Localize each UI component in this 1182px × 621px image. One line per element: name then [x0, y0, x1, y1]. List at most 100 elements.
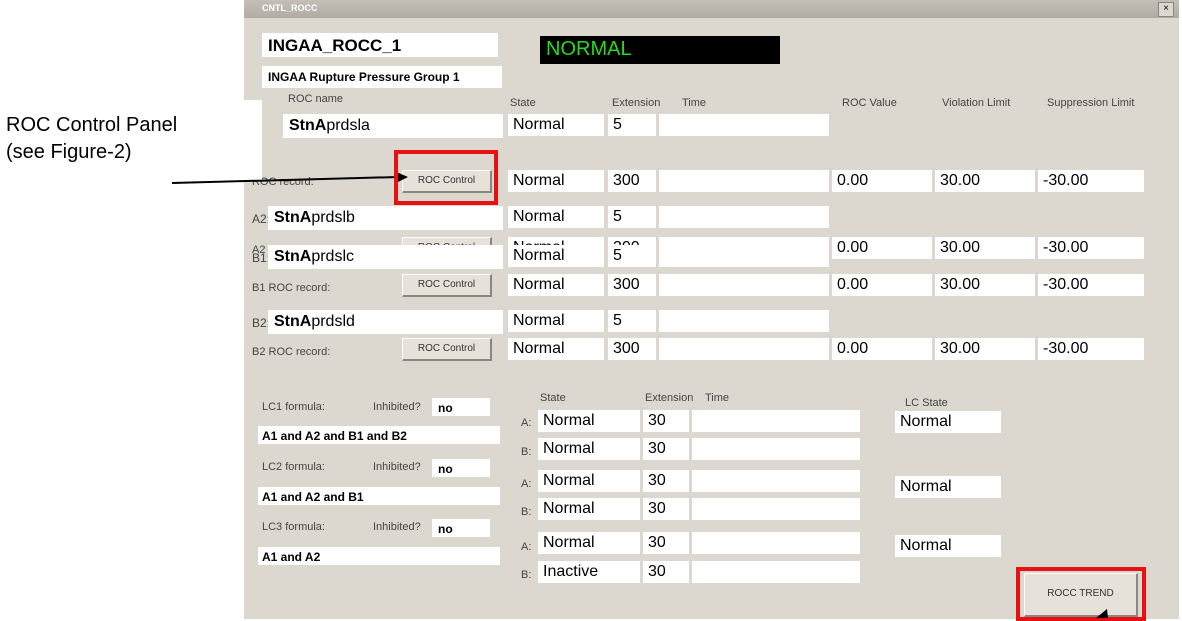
lc-state: Normal — [895, 535, 1001, 557]
suppression-limit: -30.00 — [1038, 338, 1144, 360]
window-title: CNTL_ROCC — [262, 3, 318, 13]
roc-value: 0.00 — [832, 237, 932, 259]
roc-name-field: StnAprdsla — [283, 114, 503, 138]
lc-a-time — [692, 410, 860, 432]
inhibited-label: Inhibited? — [373, 401, 421, 413]
record-time — [659, 338, 829, 360]
roc-time — [659, 206, 829, 228]
lc-a-state: Normal — [538, 410, 640, 432]
roc-name-suffix: prdsla — [326, 117, 370, 134]
roc-name-suffix: prdslb — [311, 209, 355, 226]
lc-formula-label: LC2 formula: — [262, 461, 325, 473]
lc-b-time — [692, 438, 860, 460]
roc-control-button[interactable]: ROC Control — [402, 274, 492, 297]
record-state: Normal — [508, 338, 604, 360]
roc-name-field: StnAprdslc — [268, 245, 503, 269]
violation-limit: 30.00 — [935, 170, 1035, 192]
roc-value: 0.00 — [832, 338, 932, 360]
violation-limit: 30.00 — [935, 338, 1035, 360]
roc-name-prefix: StnA — [289, 117, 327, 134]
lc-b-state: Normal — [538, 438, 640, 460]
lc-b-time — [692, 498, 860, 520]
roc-name-suffix: prdslc — [311, 248, 355, 265]
roc-extension: 5 — [608, 310, 656, 332]
suppression-limit: -30.00 — [1038, 170, 1144, 192]
roc-extension: 5 — [608, 206, 656, 228]
record-state: Normal — [508, 170, 604, 192]
lc-col-extension: Extension — [645, 392, 694, 404]
col-roc-name: ROC name — [288, 93, 344, 105]
record-time — [659, 274, 829, 296]
annotation-caption-line1: ROC Control Panel — [6, 114, 178, 136]
inhibited-label: Inhibited? — [373, 521, 421, 533]
roc-value: 0.00 — [832, 274, 932, 296]
roc-value: 0.00 — [832, 170, 932, 192]
lc-a-extension: 30 — [643, 410, 689, 432]
lc-a-label: A: — [521, 417, 532, 429]
lc-b-label: B: — [521, 446, 532, 458]
suppression-limit: -30.00 — [1038, 274, 1144, 296]
status-indicator: NORMAL — [540, 36, 780, 64]
lc-b-extension: 30 — [643, 498, 689, 520]
col-state: State — [510, 97, 536, 109]
title-bar[interactable] — [244, 0, 1179, 18]
group-id-field: INGAA_ROCC_1 — [262, 33, 498, 57]
lc-col-time: Time — [705, 392, 730, 404]
lc-state: Normal — [895, 476, 1001, 498]
violation-limit: 30.00 — [935, 274, 1035, 296]
col-time: Time — [682, 97, 707, 109]
roc-state: Normal — [508, 310, 604, 332]
lc-state: Normal — [895, 411, 1001, 433]
roc-time — [659, 114, 829, 136]
lc-a-time — [692, 532, 860, 554]
col-suppression-limit: Suppression Limit — [1047, 97, 1135, 109]
record-time — [659, 170, 829, 192]
record-extension: 300 — [608, 338, 656, 360]
lc-formula-label: LC1 formula: — [262, 401, 325, 413]
roc-extension: 5 — [608, 114, 656, 136]
lc-a-extension: 30 — [643, 532, 689, 554]
lc-b-extension: 30 — [643, 438, 689, 460]
lc-a-time — [692, 470, 860, 492]
lc-b-time — [692, 561, 860, 583]
roc-record-label: B2 ROC record: — [252, 346, 331, 358]
roc-name-field: StnAprdsld — [268, 310, 503, 334]
lc-b-state: Normal — [538, 498, 640, 520]
violation-limit: 30.00 — [935, 237, 1035, 259]
roc-record-label: B1 ROC record: — [252, 282, 331, 294]
suppression-limit: -30.00 — [1038, 237, 1144, 259]
roc-state: Normal — [508, 206, 604, 228]
col-violation-limit: Violation Limit — [942, 97, 1011, 109]
trend-arrow — [1096, 609, 1108, 618]
roc-name-prefix: StnA — [274, 248, 312, 265]
col-roc-value: ROC Value — [842, 97, 897, 109]
lc-formula-label: LC3 formula: — [262, 521, 325, 533]
highlight-roc-control — [394, 150, 498, 205]
lc-a-label: A: — [521, 478, 532, 490]
record-extension: 300 — [608, 274, 656, 296]
annotation-arrow — [171, 171, 408, 184]
inhibited-label: Inhibited? — [373, 461, 421, 473]
close-button[interactable]: × — [1158, 2, 1174, 17]
inhibited-value: no — [432, 459, 490, 477]
lc-b-label: B: — [521, 569, 532, 581]
lc-formula: A1 and A2 and B1 — [258, 487, 500, 505]
record-extension: 300 — [608, 170, 656, 192]
lc-b-label: B: — [521, 506, 532, 518]
group-name-field: INGAA Rupture Pressure Group 1 — [262, 66, 502, 88]
inhibited-value: no — [432, 519, 490, 537]
roc-control-button[interactable]: ROC Control — [402, 338, 492, 361]
lc-col-state-header: LC State — [905, 397, 948, 409]
lc-a-state: Normal — [538, 470, 640, 492]
col-extension: Extension — [612, 97, 661, 109]
roc-time — [659, 245, 829, 267]
lc-a-state: Normal — [538, 532, 640, 554]
roc-time — [659, 310, 829, 332]
lc-a-label: A: — [521, 541, 532, 553]
record-state: Normal — [508, 274, 604, 296]
roc-name-suffix: prdsld — [311, 313, 355, 330]
roc-state: Normal — [508, 245, 604, 267]
lc-col-state: State — [540, 392, 566, 404]
roc-name-prefix: StnA — [274, 209, 312, 226]
lc-a-extension: 30 — [643, 470, 689, 492]
